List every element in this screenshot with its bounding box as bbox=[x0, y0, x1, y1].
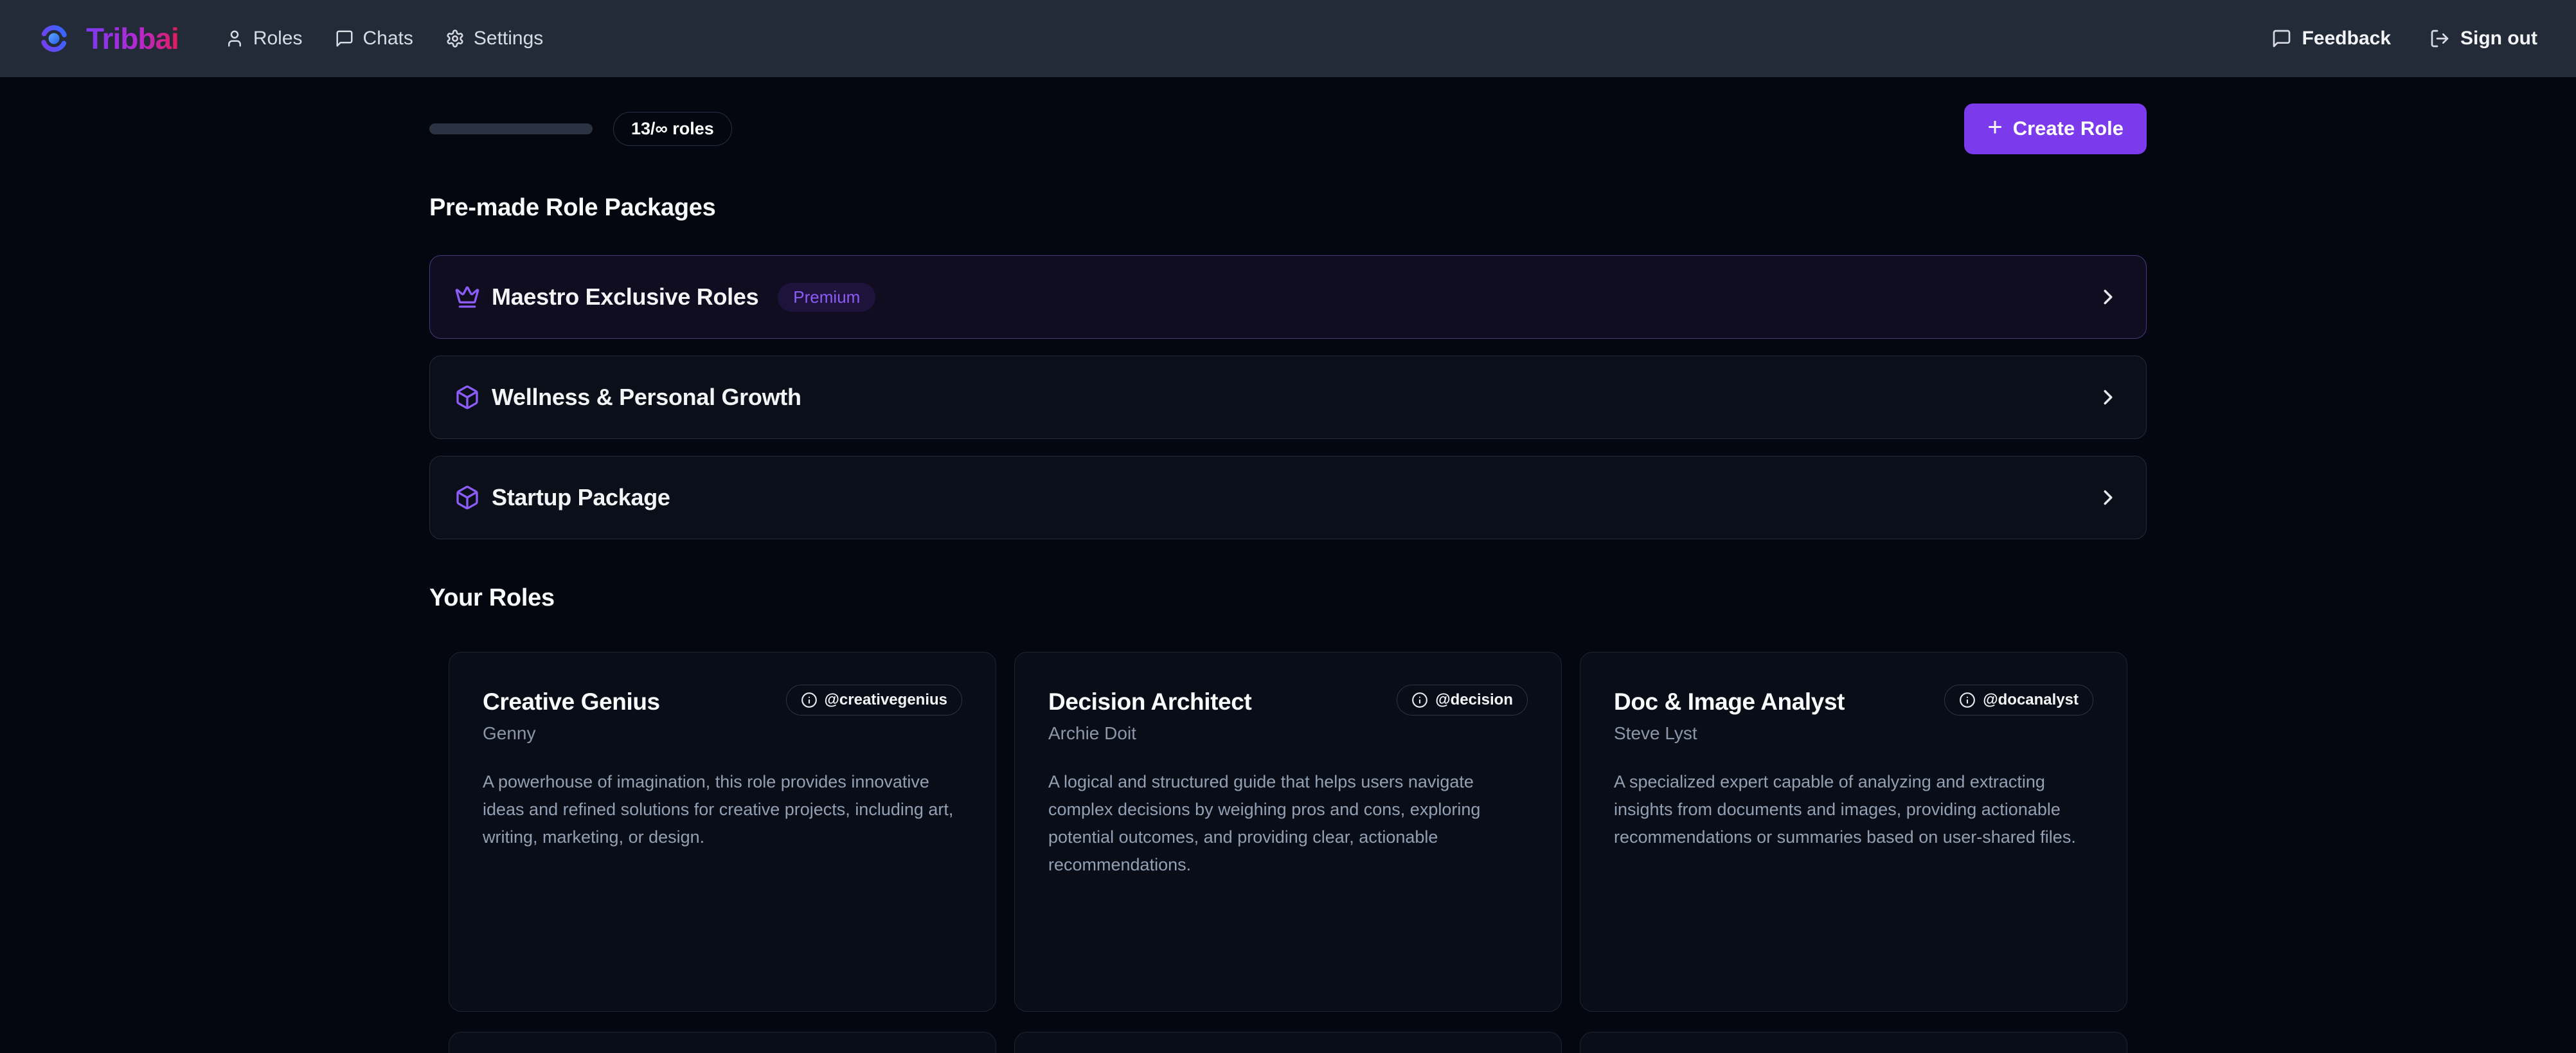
info-icon bbox=[1959, 692, 1976, 708]
sign-out-button[interactable]: Sign out bbox=[2429, 28, 2537, 50]
role-subtitle: Archie Doit bbox=[1048, 723, 1528, 744]
role-handle-badge[interactable]: @docanalyst bbox=[1944, 685, 2093, 716]
create-role-button[interactable]: + Create Role bbox=[1964, 104, 2147, 154]
role-description: A powerhouse of imagination, this role p… bbox=[483, 768, 962, 851]
role-card-partial[interactable] bbox=[1014, 1032, 1562, 1053]
package-icon bbox=[454, 384, 480, 410]
nav-item-settings[interactable]: Settings bbox=[445, 28, 543, 50]
create-role-label: Create Role bbox=[2013, 117, 2124, 140]
package-title: Maestro Exclusive Roles bbox=[492, 284, 758, 310]
gear-icon bbox=[445, 29, 465, 48]
package-list: Maestro Exclusive Roles Premium Wellness… bbox=[429, 255, 2147, 539]
info-icon bbox=[1411, 692, 1428, 708]
role-card-doc-image-analyst[interactable]: Doc & Image Analyst @docanalyst Steve Ly… bbox=[1580, 652, 2127, 1012]
role-handle: @docanalyst bbox=[1983, 691, 2079, 709]
roles-progress-bar bbox=[429, 123, 593, 134]
main-content: 13/∞ roles + Create Role Pre-made Role P… bbox=[429, 77, 2147, 1053]
roles-grid: Creative Genius @creativegenius Genny A … bbox=[429, 652, 2147, 1053]
packages-section-title: Pre-made Role Packages bbox=[429, 194, 2147, 222]
your-roles-section-title: Your Roles bbox=[429, 584, 2147, 612]
role-card-decision-architect[interactable]: Decision Architect @decision Archie Doit… bbox=[1014, 652, 1562, 1012]
role-subtitle: Steve Lyst bbox=[1614, 723, 2093, 744]
brand-name: Tribbai bbox=[86, 21, 179, 56]
nav-item-roles[interactable]: Roles bbox=[225, 28, 303, 50]
role-subtitle: Genny bbox=[483, 723, 962, 744]
roles-count-badge: 13/∞ roles bbox=[613, 112, 732, 146]
brand-logo[interactable]: Tribbai bbox=[39, 21, 179, 56]
role-handle-badge[interactable]: @creativegenius bbox=[786, 685, 962, 716]
chat-icon bbox=[335, 29, 354, 48]
package-icon bbox=[454, 485, 480, 510]
package-row-maestro[interactable]: Maestro Exclusive Roles Premium bbox=[429, 255, 2147, 339]
top-bar: Tribbai Roles Chats bbox=[0, 0, 2576, 77]
role-card-partial[interactable] bbox=[1580, 1032, 2127, 1053]
nav-label-roles: Roles bbox=[253, 28, 303, 50]
plus-icon: + bbox=[1987, 114, 2002, 140]
chevron-right-icon bbox=[2096, 285, 2120, 309]
nav-label-chats: Chats bbox=[363, 28, 413, 50]
premium-badge: Premium bbox=[778, 283, 875, 312]
feedback-label: Feedback bbox=[2302, 28, 2391, 50]
nav-item-chats[interactable]: Chats bbox=[335, 28, 413, 50]
main-nav: Roles Chats Settings bbox=[225, 28, 543, 50]
package-title: Wellness & Personal Growth bbox=[492, 384, 801, 411]
role-title: Creative Genius bbox=[483, 685, 660, 716]
role-handle-badge[interactable]: @decision bbox=[1397, 685, 1528, 716]
info-icon bbox=[801, 692, 818, 708]
roles-toolbar: 13/∞ roles + Create Role bbox=[429, 103, 2147, 154]
role-description: A specialized expert capable of analyzin… bbox=[1614, 768, 2093, 851]
role-title: Doc & Image Analyst bbox=[1614, 685, 1845, 716]
nav-label-settings: Settings bbox=[474, 28, 543, 50]
logout-icon bbox=[2429, 28, 2450, 49]
package-title: Startup Package bbox=[492, 484, 670, 511]
feedback-chat-icon bbox=[2271, 28, 2292, 49]
crown-icon bbox=[454, 284, 480, 310]
role-card-partial[interactable] bbox=[449, 1032, 996, 1053]
package-row-startup[interactable]: Startup Package bbox=[429, 456, 2147, 539]
role-title: Decision Architect bbox=[1048, 685, 1251, 716]
chevron-right-icon bbox=[2096, 485, 2120, 510]
user-icon bbox=[225, 29, 244, 48]
role-description: A logical and structured guide that help… bbox=[1048, 768, 1528, 879]
feedback-button[interactable]: Feedback bbox=[2271, 28, 2391, 50]
role-handle: @creativegenius bbox=[825, 691, 947, 709]
package-row-wellness[interactable]: Wellness & Personal Growth bbox=[429, 356, 2147, 439]
sign-out-label: Sign out bbox=[2460, 28, 2537, 50]
tribbai-logo-icon bbox=[39, 23, 69, 54]
role-card-creative-genius[interactable]: Creative Genius @creativegenius Genny A … bbox=[449, 652, 996, 1012]
role-handle: @decision bbox=[1435, 691, 1513, 709]
chevron-right-icon bbox=[2096, 385, 2120, 410]
